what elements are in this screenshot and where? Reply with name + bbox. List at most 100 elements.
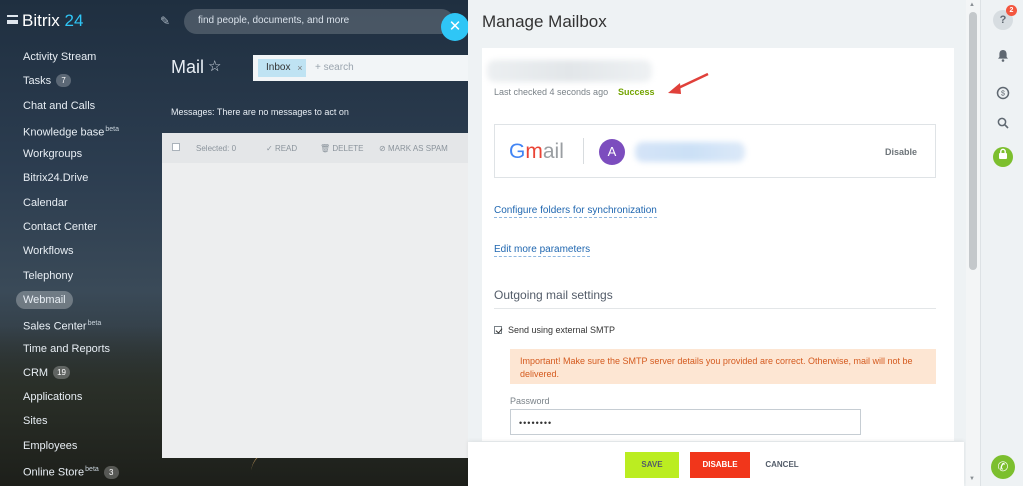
- sidebar-item-label: Applications: [23, 391, 83, 404]
- sidebar-item[interactable]: Telephony: [0, 265, 160, 289]
- sidebar-item[interactable]: Time and Reports: [0, 338, 160, 362]
- slider-footer: SAVE DISABLE CANCEL: [468, 442, 964, 486]
- sidebar-item[interactable]: Applications: [0, 386, 160, 410]
- sidebar-counter: 7: [56, 74, 72, 88]
- top-bar: Bitrix 24 ✎ find people, documents, and …: [0, 0, 470, 44]
- app-logo[interactable]: Bitrix 24: [22, 11, 83, 31]
- sidebar-item[interactable]: Calendar: [0, 192, 160, 216]
- mail-filter-input[interactable]: Inbox × + search: [253, 55, 473, 81]
- password-label: Password: [510, 396, 550, 406]
- chat-icon[interactable]: $: [993, 86, 1013, 106]
- sidebar-item[interactable]: CRM 19: [0, 362, 160, 386]
- help-badge: 2: [1006, 5, 1017, 16]
- mailbox-name-redacted: [487, 60, 652, 82]
- sidebar-item-label: CRM: [23, 366, 49, 379]
- sidebar-item[interactable]: Knowledge basebeta: [0, 119, 160, 143]
- smtp-checkbox-label[interactable]: Send using external SMTP: [508, 325, 615, 335]
- configure-folders-link[interactable]: Configure folders for synchronization: [494, 205, 657, 218]
- sidebar-item[interactable]: Tasks 7: [0, 70, 160, 94]
- sidebar-item[interactable]: Workgroups: [0, 143, 160, 167]
- cancel-button[interactable]: CANCEL: [760, 452, 804, 478]
- sidebar-item-label: Sales Center: [23, 320, 87, 333]
- password-field[interactable]: ••••••••: [510, 409, 861, 435]
- save-button[interactable]: SAVE: [625, 452, 679, 478]
- account-disable-link[interactable]: Disable: [885, 147, 917, 157]
- mark-spam-button[interactable]: ⊘ MARK AS SPAM: [379, 144, 448, 153]
- outgoing-section-title: Outgoing mail settings: [494, 288, 613, 302]
- disable-button[interactable]: DISABLE: [690, 452, 750, 478]
- account-box: Gmail A Disable: [494, 124, 936, 178]
- sidebar-item[interactable]: Bitrix24.Drive: [0, 167, 160, 191]
- close-icon[interactable]: ✕: [441, 13, 469, 41]
- mark-spam-label: MARK AS SPAM: [387, 144, 448, 153]
- sidebar-item[interactable]: Employees: [0, 435, 160, 459]
- sidebar-item-label: Tasks: [23, 75, 52, 88]
- star-icon[interactable]: ☆: [208, 57, 221, 75]
- global-search-placeholder: find people, documents, and more: [198, 15, 350, 26]
- sidebar-item[interactable]: Online Storebeta 3: [0, 459, 160, 483]
- sidebar-item[interactable]: Activity Stream: [0, 46, 160, 70]
- sidebar-item[interactable]: Webmail: [0, 289, 160, 313]
- sidebar-item-label: Webmail: [23, 293, 66, 306]
- scroll-up-icon[interactable]: ▲: [969, 2, 975, 8]
- search-icon[interactable]: [993, 116, 1013, 136]
- beta-tag: beta: [105, 125, 119, 133]
- sidebar-item-label: Time and Reports: [23, 342, 111, 355]
- lock-icon[interactable]: [993, 147, 1013, 167]
- selected-count: Selected: 0: [196, 144, 237, 153]
- pencil-icon[interactable]: ✎: [160, 14, 170, 28]
- scroll-down-icon[interactable]: ▼: [969, 476, 975, 482]
- sidebar-counter: 3: [103, 465, 119, 479]
- sidebar-item-label: Contact Center: [23, 221, 97, 234]
- mark-read-label: READ: [274, 144, 298, 153]
- global-search-input[interactable]: find people, documents, and more: [184, 9, 454, 34]
- gmail-logo: Gmail: [509, 140, 564, 163]
- mailbox-card: Last checked 4 seconds ago Success Gmail…: [482, 48, 954, 441]
- delete-button[interactable]: 🗑 DELETE: [320, 144, 364, 153]
- mark-read-button[interactable]: ✓ READ: [266, 144, 297, 153]
- annotation-arrow-icon: [668, 72, 709, 94]
- sidebar-item[interactable]: Workflows: [0, 240, 160, 264]
- slider-title: Manage Mailbox: [482, 12, 607, 31]
- scroll-thumb[interactable]: [969, 12, 977, 270]
- sidebar-item-label: Bitrix24.Drive: [23, 172, 89, 185]
- sidebar-item-label: Sites: [23, 415, 48, 428]
- mail-list-panel: Selected: 0 ✓ READ 🗑 DELETE ⊘ MARK AS SP…: [162, 133, 470, 458]
- beta-tag: beta: [85, 466, 99, 474]
- filter-tag-inbox[interactable]: Inbox ×: [258, 59, 307, 77]
- mail-toolbar: Selected: 0 ✓ READ 🗑 DELETE ⊘ MARK AS SP…: [162, 133, 470, 163]
- sidebar-item-label: Chat and Calls: [23, 99, 96, 112]
- sidebar-item-label: Workflows: [23, 245, 74, 258]
- page-title: Mail: [171, 57, 205, 77]
- sidebar-counter: 19: [53, 365, 70, 379]
- sidebar-item[interactable]: Sales Centerbeta: [0, 313, 160, 337]
- filter-tag-label: Inbox: [266, 62, 291, 73]
- sidebar-item-label: Knowledge base: [23, 126, 105, 139]
- sidebar: Activity Stream Tasks 7 Chat and Calls Knowl…: [0, 46, 160, 483]
- phone-icon[interactable]: ✆: [991, 455, 1015, 479]
- sidebar-item[interactable]: Contact Center: [0, 216, 160, 240]
- smtp-warning: Important! Make sure the SMTP server det…: [510, 349, 936, 384]
- account-divider: [583, 138, 584, 164]
- help-icon[interactable]: ? 2: [993, 5, 1017, 30]
- manage-mailbox-slider: Manage Mailbox Last checked 4 seconds ag…: [468, 0, 980, 486]
- sidebar-item[interactable]: Sites: [0, 410, 160, 434]
- bell-icon[interactable]: [993, 49, 1013, 69]
- sidebar-item-label: Activity Stream: [23, 51, 97, 63]
- menu-icon[interactable]: [7, 15, 18, 24]
- edit-parameters-link[interactable]: Edit more parameters: [494, 244, 591, 257]
- sidebar-item-label: Telephony: [23, 269, 74, 282]
- smtp-checkbox[interactable]: [494, 326, 502, 334]
- avatar: A: [599, 139, 625, 165]
- sidebar-item[interactable]: Chat and Calls: [0, 95, 160, 119]
- delete-label: DELETE: [332, 144, 364, 153]
- scrollbar[interactable]: ▲ ▼: [966, 0, 980, 486]
- logo-number: 24: [64, 11, 84, 30]
- messages-note: Messages: There are no messages to act o…: [171, 107, 349, 117]
- status-badge: Success: [618, 87, 655, 97]
- section-divider: [494, 308, 936, 309]
- select-all-checkbox[interactable]: [172, 143, 180, 151]
- right-rail: ? 2 $ ✆: [980, 0, 1023, 486]
- sidebar-item-label: Workgroups: [23, 148, 83, 161]
- filter-tag-remove-icon[interactable]: ×: [297, 59, 302, 77]
